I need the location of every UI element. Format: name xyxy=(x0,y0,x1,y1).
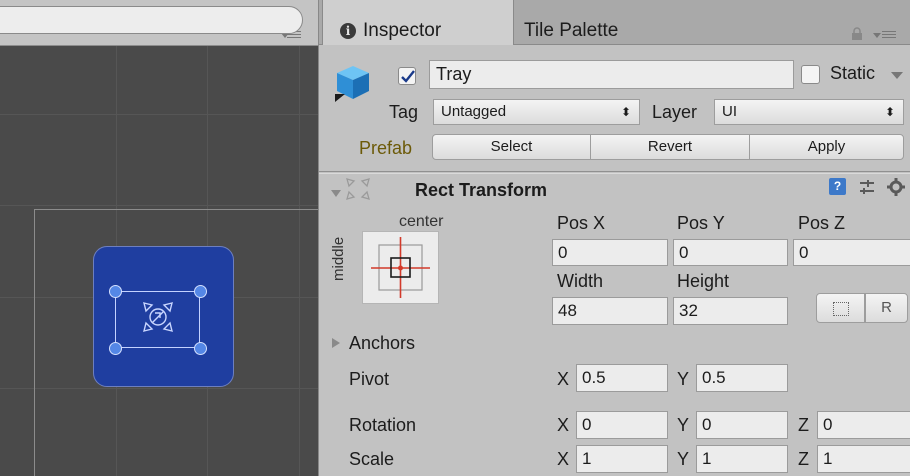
pivot-x-field[interactable]: 0.5 xyxy=(576,364,668,392)
rotation-z-field[interactable]: 0 xyxy=(817,411,910,439)
height-label: Height xyxy=(677,271,730,291)
raw-edit-button[interactable]: R xyxy=(865,293,908,323)
tab-bar: i Inspector Tile Palette xyxy=(319,0,910,45)
rect-handle-bottom-right[interactable] xyxy=(194,342,207,355)
dropdown-arrows-icon: ⬍ xyxy=(884,105,895,119)
anchor-preset-icon xyxy=(371,237,430,298)
scene-search-input[interactable] xyxy=(0,6,303,34)
blueprint-mode-button[interactable] xyxy=(816,293,865,323)
tab-inspector-label: Inspector xyxy=(363,20,442,41)
rotation-y-field[interactable]: 0 xyxy=(696,411,788,439)
divider xyxy=(319,173,910,174)
tab-tile-palette[interactable]: Tile Palette xyxy=(514,0,664,45)
anchor-horizontal-label: center xyxy=(399,213,444,230)
height-field[interactable]: 32 xyxy=(673,297,788,325)
help-book-icon[interactable]: ? xyxy=(829,178,846,195)
menu-lines-icon[interactable] xyxy=(882,31,896,39)
divider xyxy=(319,171,910,172)
dropdown-arrow-icon xyxy=(873,33,881,38)
anchor-vertical-label: middle xyxy=(330,236,347,281)
static-label: Static xyxy=(830,63,876,83)
scene-view[interactable] xyxy=(0,0,318,476)
rotation-y-label: Y xyxy=(677,415,690,435)
tab-inspector[interactable]: i Inspector xyxy=(322,0,514,45)
pos-z-field[interactable]: 0 xyxy=(793,239,910,266)
inspector-panel: i Inspector Tile Palette Tray Static Tag… xyxy=(318,0,910,476)
scale-z-field[interactable]: 1 xyxy=(817,445,910,473)
blueprint-icon xyxy=(832,302,849,316)
rotation-x-field[interactable]: 0 xyxy=(576,411,668,439)
width-field[interactable]: 48 xyxy=(552,297,668,325)
scale-label: Scale xyxy=(349,449,395,469)
pivot-label: Pivot xyxy=(349,369,390,389)
pivot-y-field[interactable]: 0.5 xyxy=(696,364,788,392)
lock-icon[interactable] xyxy=(851,27,863,41)
rect-handle-bottom-left[interactable] xyxy=(109,342,122,355)
tab-tile-palette-label: Tile Palette xyxy=(524,20,619,41)
scale-x-label: X xyxy=(557,449,570,469)
scale-x-field[interactable]: 1 xyxy=(576,445,668,473)
gear-icon[interactable] xyxy=(887,178,905,196)
rotation-label: Rotation xyxy=(349,415,417,435)
object-name-value: Tray xyxy=(436,64,472,84)
scale-y-label: Y xyxy=(677,449,690,469)
rect-handle-top-right[interactable] xyxy=(194,285,207,298)
prefab-apply-button[interactable]: Apply xyxy=(749,134,904,160)
dropdown-arrows-icon: ⬍ xyxy=(620,105,631,119)
prefab-revert-button[interactable]: Revert xyxy=(590,134,750,160)
layer-dropdown[interactable]: UI ⬍ xyxy=(714,99,904,125)
scene-toolbar xyxy=(0,0,318,46)
static-checkbox[interactable] xyxy=(801,65,820,84)
anchor-pivot-icon[interactable] xyxy=(138,297,178,337)
pivot-y-label: Y xyxy=(677,369,690,389)
anchors-label[interactable]: Anchors xyxy=(349,333,415,354)
grid-line xyxy=(0,114,318,115)
pivot-x-label: X xyxy=(557,369,570,389)
pos-x-field[interactable]: 0 xyxy=(552,239,668,266)
tag-label: Tag xyxy=(389,102,419,122)
cube-icon xyxy=(335,66,369,102)
anchors-foldout-icon[interactable] xyxy=(332,338,340,348)
prefab-label: Prefab xyxy=(359,138,413,158)
pos-z-label: Pos Z xyxy=(798,213,846,233)
checkmark-icon xyxy=(401,70,415,83)
pos-y-field[interactable]: 0 xyxy=(673,239,788,266)
pos-x-label: Pos X xyxy=(557,213,606,233)
anchor-presets-button[interactable] xyxy=(362,231,439,304)
width-label: Width xyxy=(557,271,604,291)
layer-value: UI xyxy=(722,103,737,120)
rect-handle-top-left[interactable] xyxy=(109,285,122,298)
layer-label: Layer xyxy=(652,102,698,122)
prefab-select-button[interactable]: Select xyxy=(432,134,591,160)
tag-value: Untagged xyxy=(441,103,507,120)
rect-transform-icon xyxy=(346,178,370,200)
static-dropdown-arrow-icon[interactable] xyxy=(891,72,903,79)
rotation-z-label: Z xyxy=(798,415,809,435)
pos-y-label: Pos Y xyxy=(677,213,725,233)
object-name-field[interactable]: Tray xyxy=(429,60,794,89)
scale-z-label: Z xyxy=(798,449,809,469)
preset-sliders-icon[interactable] xyxy=(859,179,875,195)
rect-transform-title: Rect Transform xyxy=(415,180,548,200)
scale-y-field[interactable]: 1 xyxy=(696,445,788,473)
active-checkbox[interactable] xyxy=(398,67,416,85)
info-icon: i xyxy=(340,23,356,39)
grid-line xyxy=(0,205,318,206)
foldout-arrow-icon[interactable] xyxy=(331,190,341,197)
tag-dropdown[interactable]: Untagged ⬍ xyxy=(433,99,640,125)
rotation-x-label: X xyxy=(557,415,570,435)
